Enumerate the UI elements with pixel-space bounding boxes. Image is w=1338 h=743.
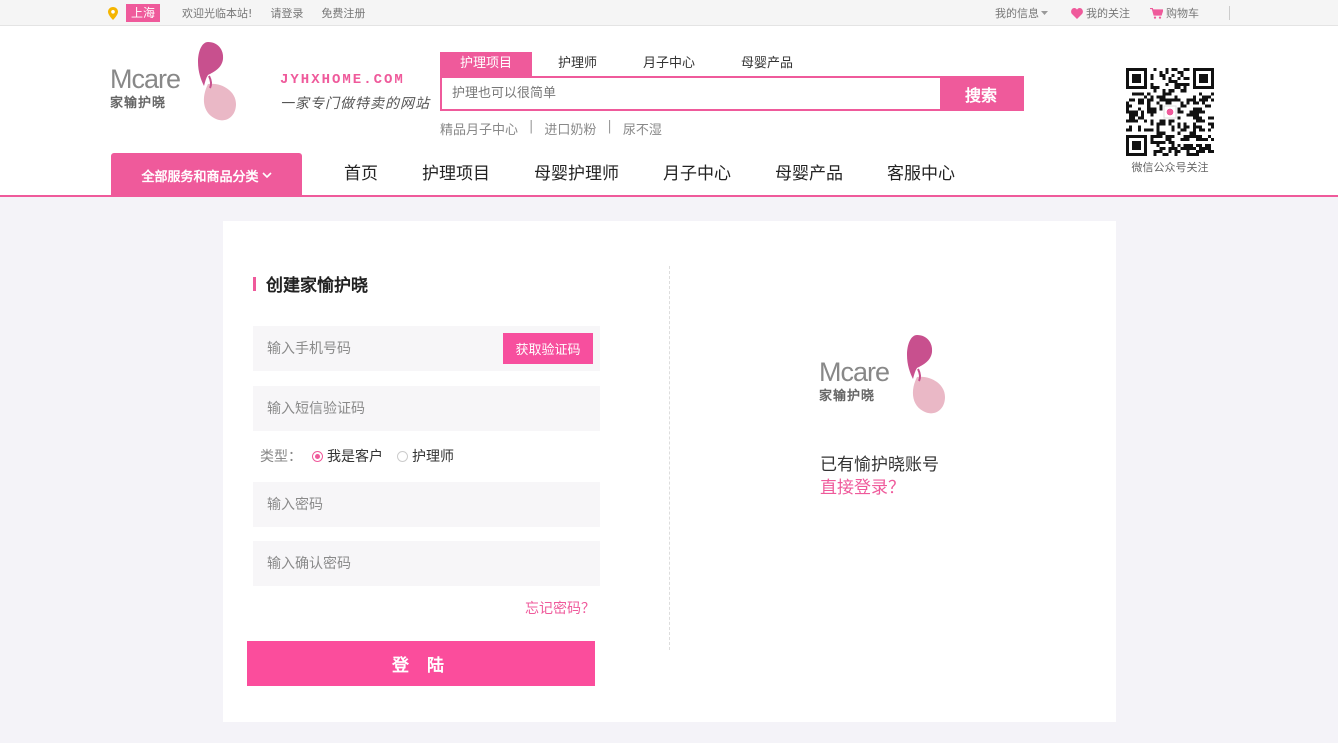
- search-tab-nursing[interactable]: 护理项目: [440, 52, 533, 76]
- sms-code-input[interactable]: [253, 386, 600, 431]
- main-nav: 首页 护理项目 母婴护理师 月子中心 母婴产品 客服中心: [322, 153, 977, 195]
- city-selector[interactable]: 上海: [126, 4, 161, 22]
- phone-input[interactable]: [253, 326, 503, 371]
- logo-wordmark: Mcare: [819, 357, 890, 387]
- chevron-down-icon: [261, 171, 272, 178]
- hotword-link[interactable]: 精品月子中心: [440, 119, 518, 138]
- search-bar: 搜索: [440, 76, 1024, 111]
- nav-home[interactable]: 首页: [322, 153, 400, 195]
- location-pin-icon: [108, 6, 118, 20]
- qr-caption: 微信公众号关注: [1131, 161, 1209, 174]
- phone-field: 获取验证码: [253, 326, 600, 371]
- hotword-link[interactable]: 进口奶粉: [544, 119, 596, 138]
- type-option-customer[interactable]: 我是客户: [312, 446, 383, 466]
- top-bar-left: 上海 欢迎光临本站! 请登录 免费注册: [108, 4, 383, 22]
- hotword-separator: |: [607, 119, 612, 134]
- type-option-nurse[interactable]: 护理师: [397, 446, 454, 466]
- forgot-password-link[interactable]: 忘记密码？: [525, 598, 595, 618]
- slogan-text: 一家专门做特卖的网站: [280, 96, 430, 112]
- site-domain: JYHXHOME.COM: [280, 72, 405, 88]
- my-info-menu[interactable]: 我的信息: [995, 5, 1051, 21]
- all-categories-button[interactable]: 全部服务和商品分类: [111, 153, 302, 197]
- top-bar-right: 我的信息 我的关注 购物车: [975, 4, 1230, 22]
- nav-maternity-nurses[interactable]: 母婴护理师: [512, 153, 641, 195]
- type-option-label: 护理师: [412, 449, 454, 465]
- search-tabs: 护理项目 护理师 月子中心 母婴产品: [440, 52, 819, 76]
- heart-icon: [1071, 7, 1083, 19]
- sms-code-field: [253, 386, 600, 431]
- site-header: Mcare 家输护晓 JYHXHOME.COM 一家专门做特卖的网站 护理项目 …: [0, 26, 1338, 197]
- search-tab-baby-products[interactable]: 母婴产品: [721, 52, 813, 76]
- search-input[interactable]: [442, 78, 940, 109]
- register-link[interactable]: 免费注册: [321, 5, 365, 21]
- logo-wordmark: Mcare: [110, 64, 181, 94]
- user-type-selector: 类型： 我是客户 护理师: [260, 446, 468, 466]
- top-bar: 上海 欢迎光临本站! 请登录 免费注册 我的信息 我的关注 购物车: [0, 0, 1338, 26]
- form-title: 创建家愉护晓: [253, 271, 368, 296]
- confirm-password-input[interactable]: [253, 541, 600, 586]
- password-field: [253, 482, 600, 527]
- search-button[interactable]: 搜索: [940, 78, 1022, 109]
- hotword-link[interactable]: 尿不湿: [623, 119, 662, 138]
- password-input[interactable]: [253, 482, 600, 527]
- chevron-down-icon: [1041, 10, 1048, 15]
- cart-link[interactable]: 购物车: [1150, 5, 1199, 21]
- brand-slogan: JYHXHOME.COM 一家专门做特卖的网站: [280, 72, 430, 113]
- welcome-text: 欢迎光临本站!: [182, 7, 253, 20]
- nav-baby-products[interactable]: 母婴产品: [753, 153, 865, 195]
- direct-login-link[interactable]: 直接登录？: [820, 473, 905, 498]
- topbar-divider: [1229, 6, 1230, 20]
- register-card: 创建家愉护晓 获取验证码 类型： 我是客户 护理师 忘记密码？ 登 陆 Mcar…: [223, 221, 1116, 722]
- my-info-label: 我的信息: [995, 7, 1039, 20]
- search-tab-confinement-center[interactable]: 月子中心: [623, 52, 715, 76]
- nav-customer-service[interactable]: 客服中心: [865, 153, 977, 195]
- all-categories-label: 全部服务和商品分类: [141, 169, 259, 185]
- wechat-qr-code: [1126, 68, 1214, 156]
- cart-label: 购物车: [1166, 7, 1199, 20]
- submit-button[interactable]: 登 陆: [247, 641, 595, 686]
- aside-brand-logo: Mcare 家输护晓: [817, 335, 949, 417]
- logo-chinese-name: 家输护晓: [110, 96, 167, 111]
- radio-unselected-icon: [397, 450, 408, 462]
- radio-selected-icon: [312, 450, 323, 462]
- nav-confinement-center[interactable]: 月子中心: [641, 153, 753, 195]
- nav-nursing-projects[interactable]: 护理项目: [400, 153, 512, 195]
- my-follow-label: 我的关注: [1086, 7, 1130, 20]
- title-accent-bar: [253, 276, 256, 291]
- type-label: 类型：: [260, 449, 302, 465]
- hot-keywords: 精品月子中心 | 进口奶粉 | 尿不湿: [440, 119, 662, 138]
- have-account-text: 已有愉护晓账号: [820, 455, 939, 475]
- brand-logo[interactable]: Mcare 家输护晓: [108, 42, 240, 124]
- cart-icon: [1150, 7, 1163, 19]
- logo-chinese-name: 家输护晓: [819, 389, 876, 404]
- form-title-text: 创建家愉护晓: [266, 276, 368, 296]
- type-option-label: 我是客户: [327, 449, 383, 465]
- hotword-separator: |: [529, 119, 534, 134]
- confirm-password-field: [253, 541, 600, 586]
- get-code-button[interactable]: 获取验证码: [503, 333, 593, 364]
- vertical-divider: [669, 266, 670, 650]
- my-follow-link[interactable]: 我的关注: [1071, 5, 1130, 21]
- search-tab-nurse[interactable]: 护理师: [538, 52, 617, 76]
- login-link[interactable]: 请登录: [270, 5, 303, 21]
